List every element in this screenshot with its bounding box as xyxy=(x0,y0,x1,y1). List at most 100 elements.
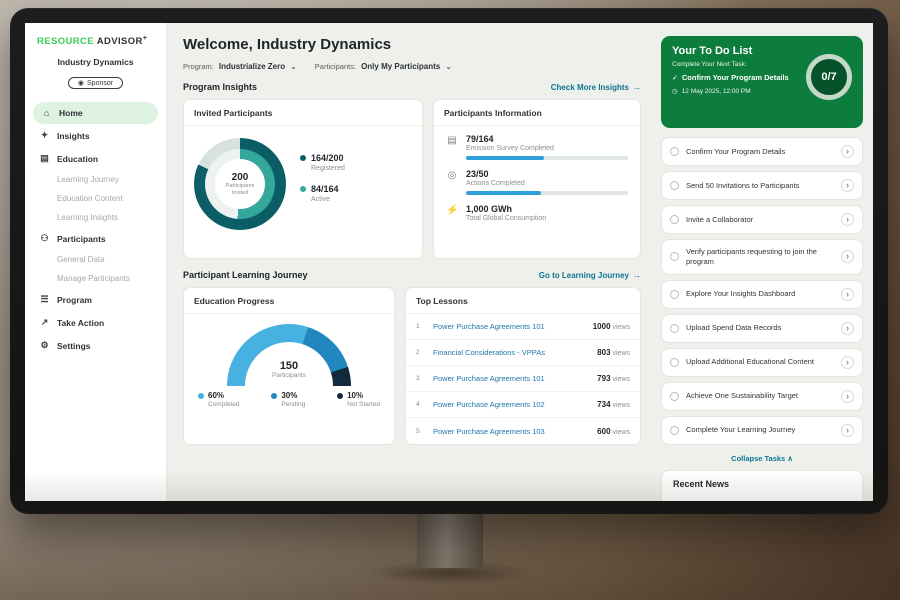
task-checkbox[interactable] xyxy=(670,392,679,401)
sidebar-item-program[interactable]: ☰ Program xyxy=(25,288,166,311)
filters-bar: Program: Industrialize Zero ⌄ Participan… xyxy=(183,62,641,71)
org-name: Industry Dynamics xyxy=(25,57,166,67)
monitor-frame: RESOURCE ADVISOR+ Industry Dynamics ◉ Sp… xyxy=(10,8,888,514)
check-more-insights-link[interactable]: Check More Insights → xyxy=(551,83,641,92)
task-chevron-icon[interactable]: › xyxy=(841,356,854,369)
go-to-learning-journey-link[interactable]: Go to Learning Journey → xyxy=(539,271,641,280)
take-action-icon: ↗ xyxy=(39,317,50,328)
nav-label: Participants xyxy=(57,234,106,244)
task-checkbox[interactable] xyxy=(670,181,679,190)
sponsor-badge-label: Sponsor xyxy=(87,80,113,87)
settings-icon: ⚙ xyxy=(39,340,50,351)
lesson-link[interactable]: Power Purchase Agreements 101 xyxy=(433,374,590,383)
sponsor-badge[interactable]: ◉ Sponsor xyxy=(68,77,123,89)
page-title: Welcome, Industry Dynamics xyxy=(183,36,641,53)
monitor-stand-shadow xyxy=(330,556,570,590)
not-started-dot-icon xyxy=(337,393,343,399)
sidebar-item-insights[interactable]: ✦ Insights xyxy=(25,124,166,147)
task-item-invite-collaborator[interactable]: Invite a Collaborator › xyxy=(661,205,863,234)
legend-active: 84/164 Active xyxy=(300,184,345,203)
completed-dot-icon xyxy=(198,393,204,399)
invited-total: 200 xyxy=(232,172,249,183)
task-item-verify-participants[interactable]: Verify participants requesting to join t… xyxy=(661,239,863,275)
main-content: Welcome, Industry Dynamics Program: Indu… xyxy=(167,23,653,501)
home-icon: ⌂ xyxy=(41,108,52,118)
task-item-complete-learning-journey[interactable]: Complete Your Learning Journey › xyxy=(661,416,863,445)
survey-progress-bar xyxy=(466,156,628,160)
invited-donut-chart: 200 Participants Invited xyxy=(194,138,286,230)
collapse-tasks-link[interactable]: Collapse Tasks ∧ xyxy=(661,450,863,470)
sidebar-item-manage-participants[interactable]: Manage Participants xyxy=(25,269,166,288)
task-checkbox[interactable] xyxy=(670,252,679,261)
task-checkbox[interactable] xyxy=(670,290,679,299)
task-chevron-icon[interactable]: › xyxy=(841,179,854,192)
gauge-center: 150 Participants xyxy=(184,360,394,379)
task-chevron-icon[interactable]: › xyxy=(841,213,854,226)
task-item-upload-educational-content[interactable]: Upload Additional Educational Content › xyxy=(661,348,863,377)
task-item-achieve-sustainability-target[interactable]: Achieve One Sustainability Target › xyxy=(661,382,863,411)
lesson-link[interactable]: Power Purchase Agreements 103 xyxy=(433,427,590,436)
lesson-link[interactable]: Financial Considerations - VPPAs xyxy=(433,348,590,357)
card-title: Invited Participants xyxy=(184,100,422,126)
sidebar-item-learning-journey[interactable]: Learning Journey xyxy=(25,170,166,189)
arrow-right-icon: → xyxy=(633,83,641,92)
task-chevron-icon[interactable]: › xyxy=(841,288,854,301)
collapse-icon: ∧ xyxy=(787,454,793,463)
program-filter-dropdown[interactable]: Program: Industrialize Zero ⌄ xyxy=(183,62,297,71)
sidebar-item-participants[interactable]: ⚇ Participants xyxy=(25,227,166,250)
invited-total-label: Participants Invited xyxy=(220,183,260,196)
task-item-upload-spend-data[interactable]: Upload Spend Data Records › xyxy=(661,314,863,343)
task-checkbox[interactable] xyxy=(670,426,679,435)
task-item-confirm-program[interactable]: Confirm Your Program Details › xyxy=(661,137,863,166)
logo-text-dark: ADVISOR xyxy=(97,36,143,47)
lesson-link[interactable]: Power Purchase Agreements 102 xyxy=(433,400,590,409)
sidebar-item-home[interactable]: ⌂ Home xyxy=(33,102,158,124)
target-icon: ◎ xyxy=(446,169,458,195)
nav-label: Education xyxy=(57,154,98,164)
card-title: Education Progress xyxy=(184,288,394,314)
participants-filter-dropdown[interactable]: Participants: Only My Participants ⌄ xyxy=(315,62,452,71)
task-chevron-icon[interactable]: › xyxy=(841,145,854,158)
legend-registered: 164/200 Registered xyxy=(300,153,345,172)
education-icon: ▤ xyxy=(39,153,50,164)
participants-filter-label: Participants: xyxy=(315,62,356,71)
card-title: Top Lessons xyxy=(406,288,640,314)
pending-dot-icon xyxy=(271,393,277,399)
task-checkbox[interactable] xyxy=(670,324,679,333)
card-title: Participants Information xyxy=(434,100,640,126)
task-checkbox[interactable] xyxy=(670,215,679,224)
desk-background: RESOURCE ADVISOR+ Industry Dynamics ◉ Sp… xyxy=(0,0,900,600)
sidebar-item-education-content[interactable]: Education Content xyxy=(25,189,166,208)
task-checkbox[interactable] xyxy=(670,147,679,156)
sidebar-item-take-action[interactable]: ↗ Take Action xyxy=(25,311,166,334)
insights-icon: ✦ xyxy=(39,130,50,141)
task-item-send-invitations[interactable]: Send 50 Invitations to Participants › xyxy=(661,171,863,200)
check-icon: ✓ xyxy=(672,74,678,82)
task-chevron-icon[interactable]: › xyxy=(841,390,854,403)
task-chevron-icon[interactable]: › xyxy=(841,322,854,335)
program-filter-value: Industrialize Zero xyxy=(219,62,285,71)
nav-label: Program xyxy=(57,295,92,305)
sidebar-item-learning-insights[interactable]: Learning Insights xyxy=(25,208,166,227)
actions-progress-bar xyxy=(466,191,628,195)
lesson-link[interactable]: Power Purchase Agreements 101 xyxy=(433,322,586,331)
lesson-row: 1 Power Purchase Agreements 101 1000 vie… xyxy=(406,314,640,340)
emission-survey-row: ▤ 79/164 Emission Survey Completed xyxy=(446,134,628,160)
legend-pending: 30% Pending xyxy=(271,391,305,408)
logo-plus: + xyxy=(143,35,148,42)
todo-summary-card: Your To Do List Complete Your Next Task:… xyxy=(661,36,863,128)
nav-label: Settings xyxy=(57,341,91,351)
sidebar-item-settings[interactable]: ⚙ Settings xyxy=(25,334,166,357)
sidebar-item-education[interactable]: ▤ Education xyxy=(25,147,166,170)
education-progress-card: Education Progress 150 Participants xyxy=(183,287,395,445)
legend-not-started: 10% Not Started xyxy=(337,391,380,408)
task-chevron-icon[interactable]: › xyxy=(841,424,854,437)
chevron-down-icon: ⌄ xyxy=(290,62,297,71)
task-checkbox[interactable] xyxy=(670,358,679,367)
task-item-explore-insights[interactable]: Explore Your Insights Dashboard › xyxy=(661,280,863,309)
lesson-row: 2 Financial Considerations - VPPAs 803 v… xyxy=(406,340,640,366)
todo-progress-ring: 0/7 xyxy=(806,54,852,100)
task-chevron-icon[interactable]: › xyxy=(841,250,854,263)
sidebar-item-general-data[interactable]: General Data xyxy=(25,250,166,269)
resource-advisor-logo: RESOURCE ADVISOR+ xyxy=(25,35,166,47)
